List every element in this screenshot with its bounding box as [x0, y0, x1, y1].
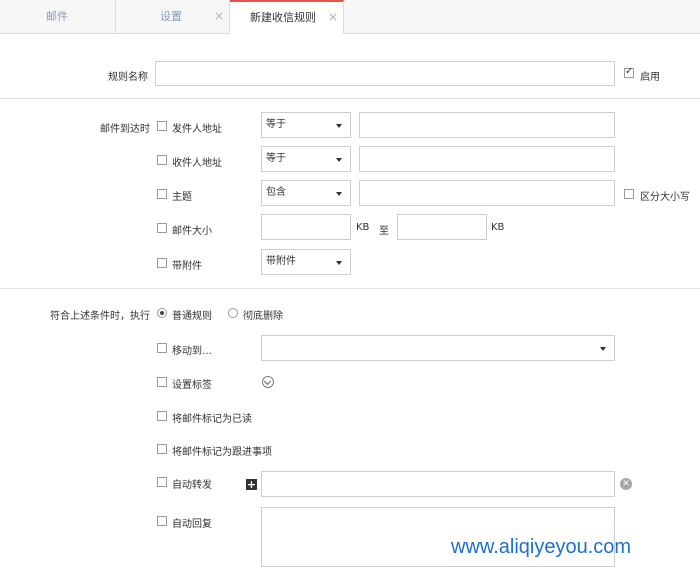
tab-bar: 邮件 设置 × 新建收信规则 × [0, 0, 700, 34]
set-tag-label: 设置标签 [172, 380, 212, 391]
rule-name-input[interactable] [155, 61, 615, 86]
attachment-label: 带附件 [172, 261, 202, 272]
sender-label: 发件人地址 [172, 124, 222, 135]
size-from-unit: KB [356, 222, 370, 233]
move-to-label: 移动到… [172, 346, 212, 357]
case-sensitive-label: 区分大小写 [640, 192, 690, 203]
size-label: 邮件大小 [172, 226, 212, 237]
delete-forever-radio[interactable] [228, 308, 238, 318]
tab-mail-label: 邮件 [46, 10, 68, 23]
move-to-folder-select[interactable] [261, 335, 615, 361]
auto-reply-label: 自动回复 [172, 519, 212, 530]
chevron-down-icon [336, 158, 342, 162]
chevron-down-circle-icon[interactable] [262, 376, 274, 388]
subject-operator-select[interactable]: 包含 [261, 180, 351, 206]
sender-operator-select[interactable]: 等于 [261, 112, 351, 138]
tab-mail[interactable]: 邮件 [0, 0, 116, 33]
section-divider [0, 288, 700, 289]
sender-checkbox[interactable] [157, 121, 167, 131]
mark-read-checkbox[interactable] [157, 411, 167, 421]
tab-settings[interactable]: 设置 × [116, 0, 230, 33]
mark-followup-checkbox[interactable] [157, 444, 167, 454]
recipient-operator-select[interactable]: 等于 [261, 146, 351, 172]
delete-forever-label: 彻底删除 [243, 311, 283, 322]
normal-rule-label: 普通规则 [172, 311, 212, 322]
recipient-operator-value: 等于 [266, 153, 286, 164]
subject-value-input[interactable] [359, 180, 615, 206]
recipient-label: 收件人地址 [172, 158, 222, 169]
auto-forward-checkbox[interactable] [157, 477, 167, 487]
case-sensitive-checkbox[interactable] [624, 189, 634, 199]
chevron-down-icon [336, 192, 342, 196]
tab-new-rule[interactable]: 新建收信规则 × [230, 0, 344, 34]
mark-read-label: 将邮件标记为已读 [172, 414, 252, 425]
tab-settings-label: 设置 [160, 10, 182, 23]
conditions-label: 邮件到达时 [100, 124, 150, 135]
close-icon[interactable]: × [328, 2, 338, 33]
sender-value-input[interactable] [359, 112, 615, 138]
subject-operator-value: 包含 [266, 187, 286, 198]
forward-address-input[interactable] [261, 471, 615, 497]
chevron-down-icon [600, 347, 606, 351]
clear-icon[interactable]: ✕ [620, 478, 632, 490]
tab-new-rule-label: 新建收信规则 [250, 11, 316, 24]
rule-name-label: 规则名称 [108, 72, 148, 83]
size-from-input[interactable] [261, 214, 351, 240]
recipient-value-input[interactable] [359, 146, 615, 172]
mark-followup-label: 将邮件标记为跟进事项 [172, 447, 272, 458]
normal-rule-radio[interactable] [157, 308, 167, 318]
size-to-input[interactable] [397, 214, 487, 240]
size-checkbox[interactable] [157, 223, 167, 233]
subject-checkbox[interactable] [157, 189, 167, 199]
recipient-checkbox[interactable] [157, 155, 167, 165]
subject-label: 主题 [172, 192, 192, 203]
attachment-operator-select[interactable]: 带附件 [261, 249, 351, 275]
move-to-checkbox[interactable] [157, 343, 167, 353]
section-divider [0, 98, 700, 99]
auto-forward-label: 自动转发 [172, 480, 212, 491]
enable-label: 启用 [640, 72, 660, 83]
add-icon[interactable]: + [246, 479, 257, 490]
size-to-label: 至 [379, 226, 389, 237]
chevron-down-icon [336, 124, 342, 128]
size-to-unit: KB [491, 222, 505, 233]
attachment-checkbox[interactable] [157, 258, 167, 268]
attachment-operator-value: 带附件 [266, 256, 296, 267]
enable-checkbox[interactable] [624, 66, 634, 78]
sender-operator-value: 等于 [266, 119, 286, 130]
watermark-text: www.aliqiyeyou.com [451, 536, 632, 558]
actions-label: 符合上述条件时，执行 [50, 311, 150, 322]
close-icon[interactable]: × [214, 0, 224, 33]
chevron-down-icon [336, 261, 342, 265]
auto-reply-checkbox[interactable] [157, 516, 167, 526]
set-tag-checkbox[interactable] [157, 377, 167, 387]
